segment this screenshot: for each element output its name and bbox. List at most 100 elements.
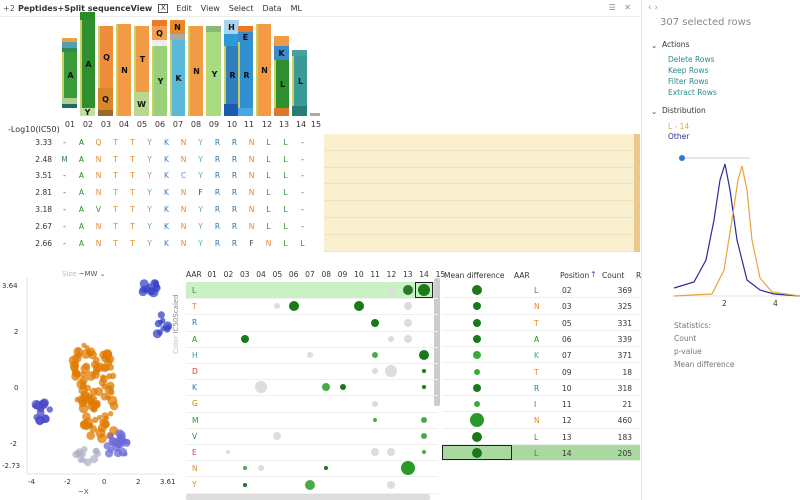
sequence-cells[interactable]: -AQTTYKNYRRNLL- (56, 134, 324, 151)
scatter-point[interactable] (72, 353, 82, 363)
matrix-cell-dot[interactable] (258, 465, 265, 472)
matrix-cell-dot[interactable] (322, 383, 331, 392)
matrix-cell-dot[interactable] (372, 351, 379, 358)
matrix-row-label[interactable]: T (192, 302, 197, 311)
matrix-cell-dot[interactable] (353, 301, 364, 312)
sequence-cells[interactable]: -ANTTYKNFRRNLL- (56, 184, 324, 201)
sequence-cells[interactable]: -ANTTYKNYRRNLL- (56, 218, 324, 235)
scatter-point[interactable] (39, 399, 49, 409)
table-row[interactable]: L 02 369 (442, 282, 640, 299)
matrix-cell-dot[interactable] (402, 285, 413, 296)
menu-ml[interactable]: ML (291, 4, 302, 13)
logo-column-14[interactable]: L (292, 50, 307, 116)
matrix-col-header[interactable]: 12 (383, 270, 399, 279)
scatter-point[interactable] (80, 457, 86, 463)
filter-rows-link[interactable]: Filter Rows (668, 77, 708, 86)
matrix-row-label[interactable]: R (192, 318, 197, 327)
table-row[interactable]: A 06 339 (442, 331, 640, 348)
table-row[interactable]: I 11 21 (442, 396, 640, 413)
scatter-point[interactable] (103, 442, 111, 450)
menu-data[interactable]: Data (262, 4, 281, 13)
scatter-point[interactable] (107, 395, 118, 406)
scatter-point[interactable] (165, 324, 171, 330)
keep-rows-link[interactable]: Keep Rows (668, 66, 708, 75)
matrix-cell-dot[interactable] (372, 368, 379, 375)
table-row[interactable]: 3.18- A V T T Y K N Y R R N L L - (0, 201, 640, 218)
matrix-row-label[interactable]: D (192, 367, 198, 376)
col-header-aar[interactable]: AAR (514, 271, 530, 280)
scatter-point[interactable] (86, 396, 94, 404)
scatter-point[interactable] (88, 350, 97, 360)
scatter-point[interactable] (113, 449, 123, 458)
matrix-cell-dot[interactable] (403, 302, 412, 311)
matrix-row-label[interactable]: M (192, 416, 198, 425)
menu-select[interactable]: Select (229, 4, 254, 13)
matrix-row-label[interactable]: L (192, 286, 196, 295)
logo-column-05[interactable]: T W (134, 26, 149, 116)
sequence-logo[interactable]: A A Y Q Q N T W Q Y N K N Y H R E R N K … (0, 12, 640, 134)
scatter-point[interactable] (97, 433, 107, 444)
matrix-cell-dot[interactable] (324, 466, 329, 471)
matrix-cell-dot[interactable] (371, 318, 380, 327)
matrix-hscrollbar[interactable] (186, 494, 430, 500)
matrix-col-header[interactable]: 08 (318, 270, 334, 279)
scatter-point[interactable] (79, 451, 86, 458)
matrix-cell-dot[interactable] (306, 351, 313, 358)
distribution-chart[interactable] (642, 150, 800, 320)
matrix-col-header[interactable]: 13 (400, 270, 416, 279)
matrix-cell-dot[interactable] (273, 431, 282, 440)
matrix-col-header[interactable]: 07 (302, 270, 318, 279)
range-slider-handle[interactable] (679, 155, 685, 161)
scatter-point[interactable] (152, 284, 161, 292)
matrix-col-header[interactable]: 03 (237, 270, 253, 279)
table-row[interactable]: 3.51- A N T T Y K C Y R R N L L - (0, 167, 640, 185)
logo-column-06[interactable]: Q Y (152, 20, 167, 116)
matrix-cell-dot[interactable] (226, 450, 231, 455)
matrix-row-label[interactable]: Y (192, 480, 197, 489)
scatter-point[interactable] (80, 420, 89, 429)
matrix-cell-dot[interactable] (421, 432, 428, 439)
chevron-down-icon[interactable]: ⌄ (651, 41, 657, 50)
scatter-point[interactable] (86, 431, 95, 440)
ic50-column-header[interactable]: -Log10(IC50) (8, 125, 60, 134)
matrix-cell-dot[interactable] (255, 381, 268, 394)
logo-column-12[interactable]: N (256, 24, 271, 116)
logo-column-02[interactable]: A Y (80, 12, 95, 117)
actions-header[interactable]: Actions (662, 40, 689, 49)
sort-asc-icon[interactable]: ↑ (590, 270, 597, 279)
table-row[interactable]: T 05 331 (442, 315, 640, 331)
matrix-col-header[interactable]: 01 (204, 270, 220, 279)
table-row[interactable]: T 09 18 (442, 364, 640, 380)
table-row[interactable]: 2.66- A N T T Y K N Y R R F N L L (0, 234, 640, 252)
scatter-point[interactable] (41, 414, 50, 423)
table-row[interactable]: L 14 205 (442, 445, 640, 462)
scatter-point[interactable] (100, 375, 108, 383)
scatter-canvas[interactable] (0, 266, 180, 500)
distribution-header[interactable]: Distribution (662, 106, 706, 115)
matrix-row-label[interactable]: A (192, 335, 197, 344)
matrix-cell-dot[interactable] (304, 479, 315, 490)
matrix-cell-dot[interactable] (422, 450, 427, 455)
matrix-cell-dot[interactable] (242, 482, 247, 487)
matrix-cell-dot[interactable] (400, 461, 415, 476)
matrix-row-label[interactable]: N (192, 464, 198, 473)
matrix-cell-dot[interactable] (372, 400, 379, 407)
table-row[interactable]: 3.33- A Q T T Y K N Y R R N L L - (0, 134, 640, 151)
table-row[interactable]: N 12 460 (442, 412, 640, 429)
scatter-point[interactable] (89, 455, 99, 464)
table-row[interactable]: 2.67- A N T T Y K N Y R R N L L - (0, 217, 640, 235)
monomer-position-matrix[interactable]: AAR 01 02 03 04 05 06 07 08 09 10 11 12 13 14 15 L T R A H D… (186, 266, 445, 500)
x-axis-label[interactable]: ~X (78, 488, 89, 496)
matrix-selected-cell[interactable] (414, 282, 434, 299)
matrix-col-header[interactable]: 04 (253, 270, 269, 279)
logo-column-03[interactable]: Q Q (98, 26, 113, 116)
panel-nav-icon[interactable]: ‹ › (648, 3, 658, 13)
scatter-point[interactable] (46, 406, 53, 413)
color-selector[interactable]: Color IC50Scaled (172, 294, 180, 354)
logo-column-09[interactable]: Y (206, 26, 221, 116)
scatter-point[interactable] (157, 311, 165, 319)
scatter-point[interactable] (139, 279, 149, 288)
logo-column-07[interactable]: N K (170, 20, 185, 116)
scatter-point[interactable] (81, 342, 87, 348)
scatter-point[interactable] (152, 329, 162, 339)
